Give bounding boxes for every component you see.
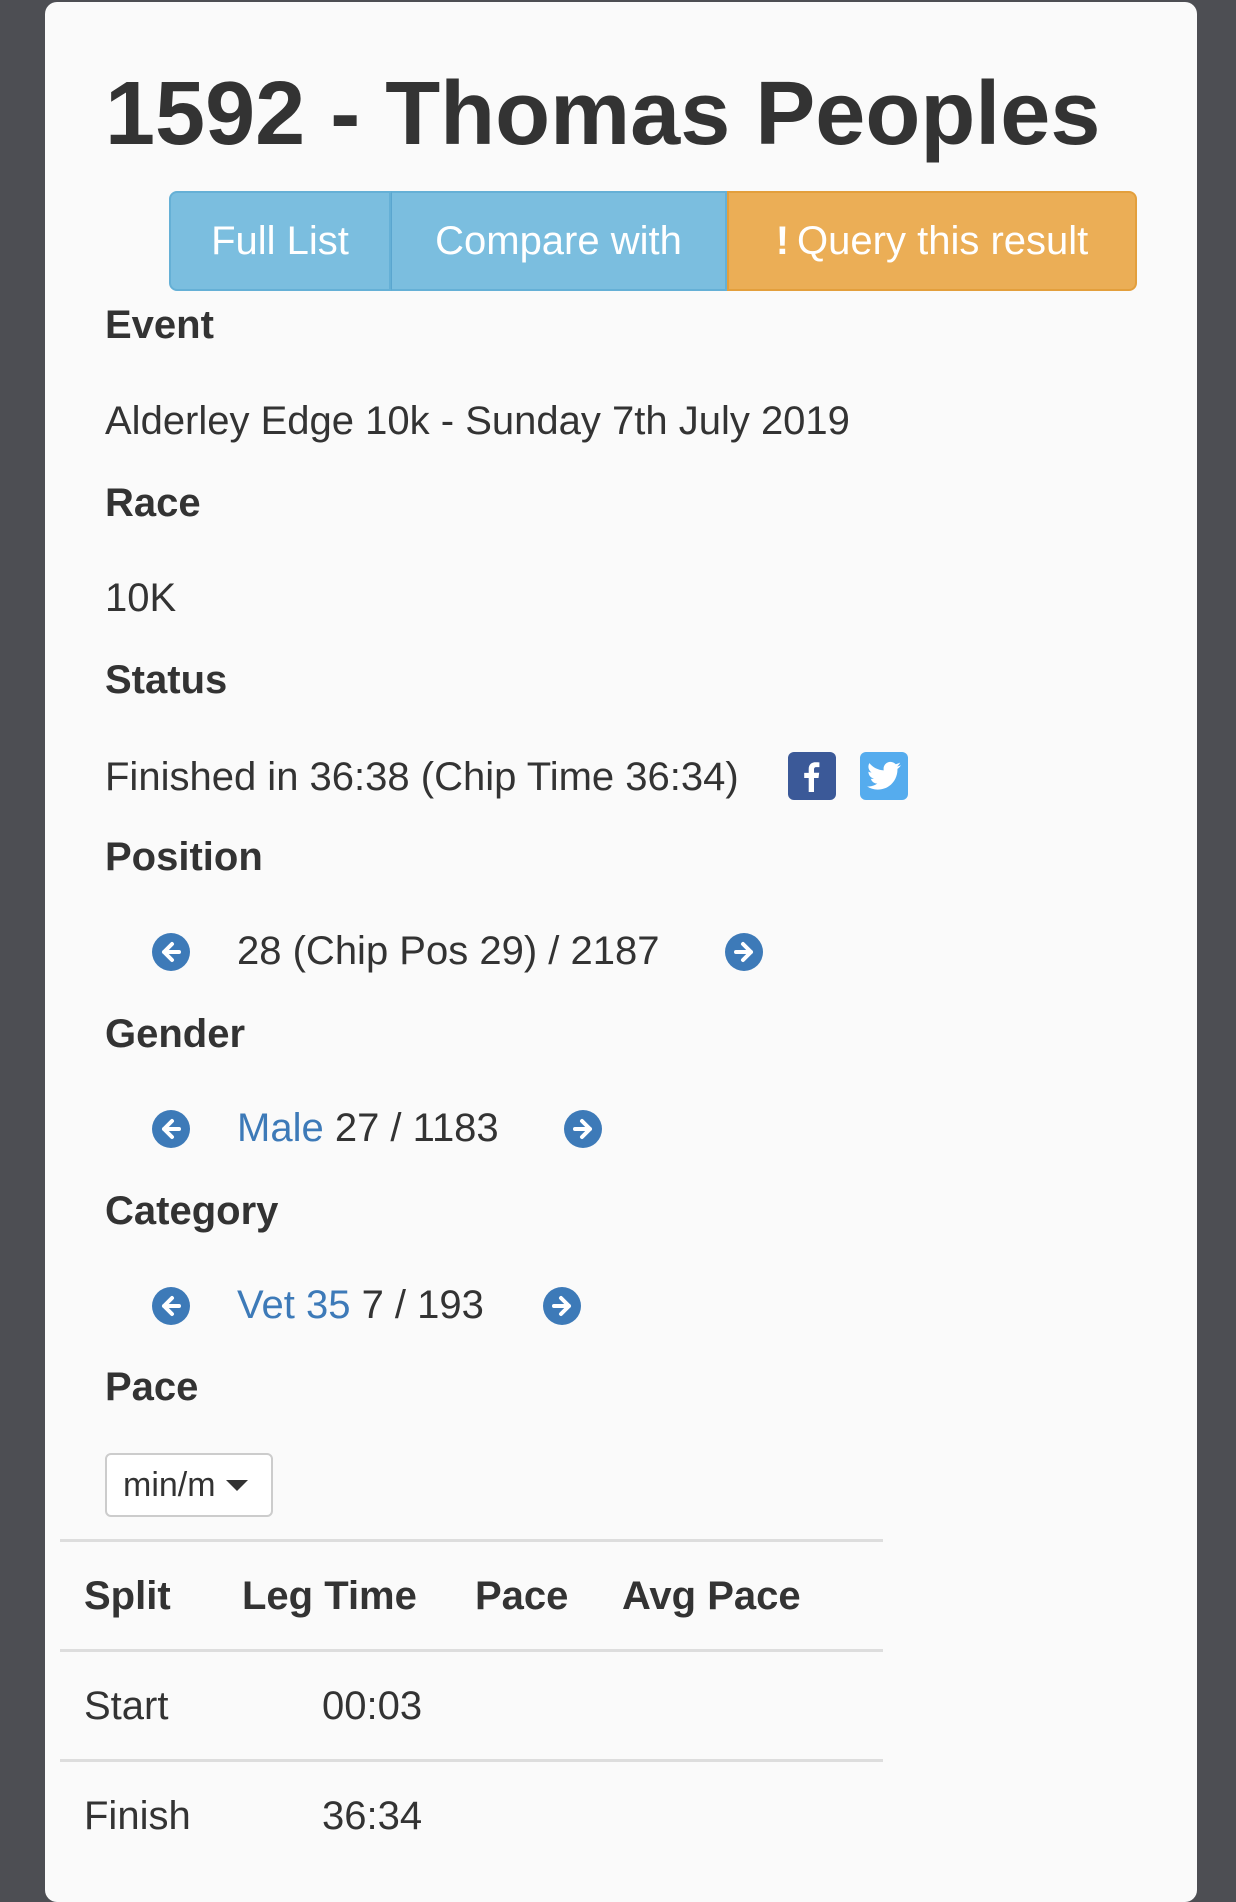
compare-with-button[interactable]: Compare with [391,191,727,291]
column-header-avg-pace: Avg Pace [622,1574,801,1618]
next-category-icon[interactable] [543,1287,581,1325]
gender-row: Male 27 / 1183 [237,1105,499,1151]
column-header-split: Split [84,1574,171,1618]
column-header-leg-time: Leg Time [242,1574,417,1618]
race-value: 10K [105,576,177,620]
next-position-icon[interactable] [725,933,763,971]
leg-time-start: 00:03 [322,1684,423,1728]
category-value: 7 / 193 [361,1283,484,1327]
facebook-icon[interactable] [788,752,836,800]
position-label: Position [105,835,263,879]
table-header-divider [60,1649,883,1652]
table-top-divider [60,1539,883,1542]
status-value: Finished in 36:38 (Chip Time 36:34) [105,755,739,799]
leg-time-finish: 36:34 [322,1794,423,1838]
position-value: 28 (Chip Pos 29) / 2187 [237,929,660,973]
next-gender-icon[interactable] [564,1110,602,1148]
split-name-finish: Finish [84,1794,191,1838]
gender-value: 27 / 1183 [334,1106,499,1150]
column-header-pace: Pace [475,1574,569,1618]
exclamation-icon: ! [775,218,790,263]
race-label: Race [105,481,201,525]
query-result-label: Query this result [797,218,1089,263]
event-label: Event [105,303,214,347]
split-name-start: Start [84,1684,169,1728]
twitter-icon[interactable] [860,752,908,800]
category-row: Vet 35 7 / 193 [237,1282,484,1328]
pace-unit-value: min/m [123,1465,216,1504]
category-label: Category [105,1189,279,1233]
table-row-divider [60,1759,883,1762]
pace-unit-select[interactable]: min/m [105,1453,273,1517]
chevron-down-icon [225,1479,248,1491]
result-card: 1592 - Thomas Peoples Full List Compare … [45,2,1197,1902]
previous-position-icon[interactable] [152,933,190,971]
event-value: Alderley Edge 10k - Sunday 7th July 2019 [105,399,850,443]
page-title: 1592 - Thomas Peoples [105,64,1101,164]
gender-label: Gender [105,1012,246,1056]
full-list-button[interactable]: Full List [169,191,391,291]
status-label: Status [105,658,228,702]
category-link[interactable]: Vet 35 [237,1283,350,1327]
previous-category-icon[interactable] [152,1287,190,1325]
pace-label: Pace [105,1365,199,1409]
previous-gender-icon[interactable] [152,1110,190,1148]
action-button-group: Full List Compare with ! Query this resu… [169,191,1137,291]
query-result-button[interactable]: ! Query this result [727,191,1137,291]
gender-link[interactable]: Male [237,1106,324,1150]
